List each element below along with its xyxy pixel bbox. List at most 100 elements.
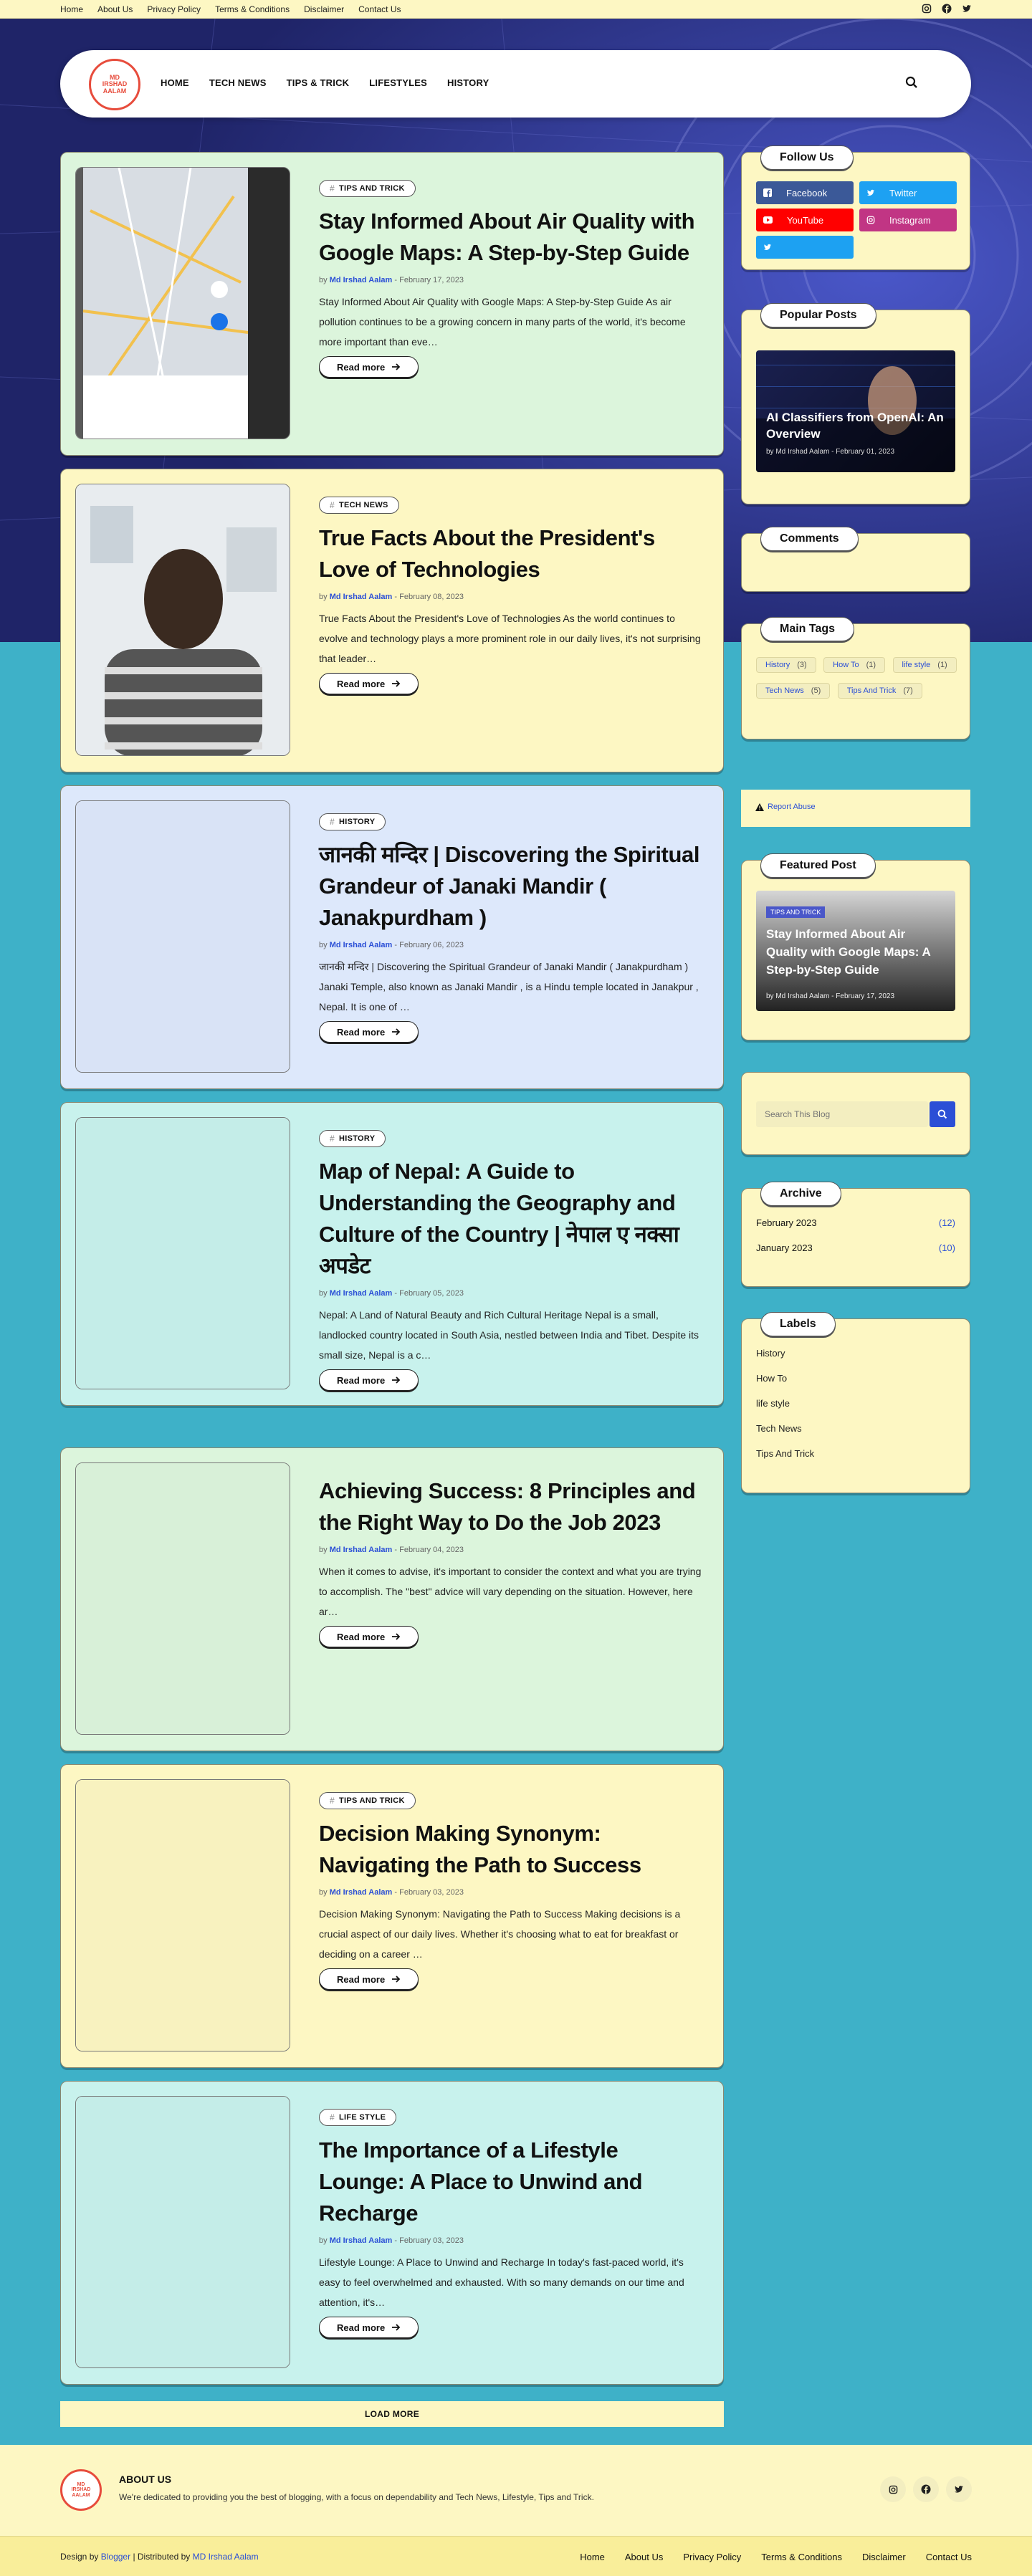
footer-link-privacy[interactable]: Privacy Policy (683, 2552, 741, 2562)
post-thumbnail[interactable] (75, 800, 290, 1073)
read-more-button[interactable]: Read more (319, 1968, 419, 1990)
facebook-button[interactable]: Facebook (756, 181, 854, 204)
post-thumbnail[interactable] (75, 1462, 290, 1735)
footer-link-home[interactable]: Home (580, 2552, 605, 2562)
nav-home[interactable]: HOME (161, 77, 189, 88)
post-category-tag[interactable]: # TIPS AND TRICK (319, 1792, 416, 1809)
twitter-share-button[interactable] (756, 236, 854, 259)
popular-post[interactable]: AI Classifiers from OpenAI: An Overview … (756, 350, 955, 472)
nav-tech-news[interactable]: TECH NEWS (209, 77, 267, 88)
footer-link-terms[interactable]: Terms & Conditions (761, 2552, 842, 2562)
post-category-tag[interactable]: # HISTORY (319, 1130, 386, 1147)
top-link-about[interactable]: About Us (97, 4, 133, 14)
post-category-tag[interactable]: # LIFE STYLE (319, 2109, 397, 2126)
footer-link-about[interactable]: About Us (625, 2552, 663, 2562)
post-thumbnail[interactable] (75, 484, 290, 756)
featured-tag[interactable]: TIPS AND TRICK (766, 906, 826, 918)
post-thumbnail[interactable] (75, 1117, 290, 1389)
post-thumbnail[interactable] (75, 167, 290, 439)
post-author[interactable]: Md Irshad Aalam (330, 1546, 393, 1554)
read-more-button[interactable]: Read more (319, 1626, 419, 1647)
site-logo[interactable]: MD IRSHAD AALAM (89, 59, 140, 110)
load-more-button[interactable]: LOAD MORE (60, 2401, 724, 2427)
featured-post[interactable]: TIPS AND TRICK Stay Informed About Air Q… (756, 891, 955, 1011)
nav-history[interactable]: HISTORY (447, 77, 489, 88)
archive-label: January 2023 (756, 1242, 813, 1253)
post-title[interactable]: True Facts About the President's Love of… (319, 522, 706, 585)
nav-lifestyles[interactable]: LIFESTYLES (369, 77, 427, 88)
popular-post-author[interactable]: Md Irshad Aalam (775, 448, 829, 456)
top-link-terms[interactable]: Terms & Conditions (215, 4, 290, 14)
post-author[interactable]: Md Irshad Aalam (330, 1289, 393, 1298)
youtube-button[interactable]: YouTube (756, 209, 854, 231)
post-author[interactable]: Md Irshad Aalam (330, 593, 393, 601)
footer-facebook-button[interactable] (913, 2476, 939, 2502)
footer-logo[interactable]: MD IRSHAD AALAM (60, 2469, 102, 2511)
footer-link-contact[interactable]: Contact Us (926, 2552, 972, 2562)
blogger-link[interactable]: Blogger (101, 2552, 130, 2562)
post-meta: by Md Irshad Aalam - February 08, 2023 (319, 593, 706, 601)
person-image (76, 484, 290, 755)
tag-chip[interactable]: History (3) (756, 657, 816, 673)
distributor-link[interactable]: MD Irshad Aalam (193, 2552, 259, 2562)
post-thumbnail[interactable] (75, 2096, 290, 2368)
top-link-contact[interactable]: Contact Us (358, 4, 401, 14)
top-bar: Home About Us Privacy Policy Terms & Con… (0, 0, 1032, 19)
post-thumbnail-placeholder (76, 1780, 290, 2051)
post-title[interactable]: Stay Informed About Air Quality with Goo… (319, 206, 706, 269)
nav-tips-trick[interactable]: TIPS & TRICK (287, 77, 350, 88)
post-author[interactable]: Md Irshad Aalam (330, 1888, 393, 1897)
twitter-button[interactable]: Twitter (859, 181, 957, 204)
footer-instagram-button[interactable] (880, 2476, 906, 2502)
top-link-privacy[interactable]: Privacy Policy (147, 4, 201, 14)
post-title[interactable]: The Importance of a Lifestyle Lounge: A … (319, 2135, 706, 2229)
read-more-button[interactable]: Read more (319, 673, 419, 694)
label-link[interactable]: How To (756, 1373, 955, 1384)
tag-chip[interactable]: life style (1) (892, 657, 957, 673)
post-author[interactable]: Md Irshad Aalam (330, 2236, 393, 2245)
tag-count: (3) (797, 661, 807, 669)
archive-label: February 2023 (756, 1217, 817, 1228)
post-thumbnail[interactable] (75, 1779, 290, 2051)
post-title[interactable]: Decision Making Synonym: Navigating the … (319, 1818, 706, 1881)
post-title[interactable]: Map of Nepal: A Guide to Understanding t… (319, 1156, 706, 1282)
read-more-button[interactable]: Read more (319, 2317, 419, 2338)
featured-author[interactable]: Md Irshad Aalam (775, 992, 829, 1000)
label-link[interactable]: Tips And Trick (756, 1448, 955, 1459)
twitter-icon[interactable] (962, 4, 972, 14)
top-link-disclaimer[interactable]: Disclaimer (304, 4, 344, 14)
post-category-tag[interactable]: # TECH NEWS (319, 497, 399, 514)
post-category-tag[interactable]: # TIPS AND TRICK (319, 180, 416, 197)
tag-chip[interactable]: Tips And Trick (7) (837, 683, 922, 699)
post-title[interactable]: जानकी मन्दिर | Discovering the Spiritual… (319, 839, 706, 934)
archive-row[interactable]: February 2023 (12) (756, 1217, 955, 1228)
popular-post-title[interactable]: AI Classifiers from OpenAI: An Overview (766, 409, 950, 442)
twitter-icon (866, 189, 875, 196)
read-more-button[interactable]: Read more (319, 1369, 419, 1391)
report-abuse-link[interactable]: Report Abuse (755, 803, 816, 811)
label-link[interactable]: life style (756, 1398, 955, 1409)
read-more-button[interactable]: Read more (319, 356, 419, 378)
post-title[interactable]: Achieving Success: 8 Principles and the … (319, 1475, 706, 1538)
search-button[interactable] (930, 1101, 955, 1127)
instagram-button[interactable]: Instagram (859, 209, 957, 231)
top-link-home[interactable]: Home (60, 4, 83, 14)
featured-title[interactable]: Stay Informed About Air Quality with Goo… (766, 925, 950, 979)
tag-chip[interactable]: Tech News (5) (756, 683, 831, 699)
label-link[interactable]: History (756, 1348, 955, 1359)
tag-chip[interactable]: How To (1) (823, 657, 886, 673)
facebook-icon[interactable] (942, 4, 952, 14)
label-link[interactable]: Tech News (756, 1423, 955, 1434)
footer-twitter-button[interactable] (946, 2476, 972, 2502)
search-input[interactable] (756, 1101, 928, 1127)
post-author[interactable]: Md Irshad Aalam (330, 941, 393, 949)
post-author[interactable]: Md Irshad Aalam (330, 276, 393, 284)
post-category-label: HISTORY (338, 818, 376, 826)
archive-row[interactable]: January 2023 (10) (756, 1242, 955, 1253)
instagram-icon[interactable] (922, 4, 932, 14)
footer-link-disclaimer[interactable]: Disclaimer (862, 2552, 906, 2562)
read-more-button[interactable]: Read more (319, 1021, 419, 1043)
featured-date: February 17, 2023 (836, 992, 895, 1000)
search-icon[interactable] (905, 76, 918, 89)
post-category-tag[interactable]: # HISTORY (319, 813, 386, 830)
